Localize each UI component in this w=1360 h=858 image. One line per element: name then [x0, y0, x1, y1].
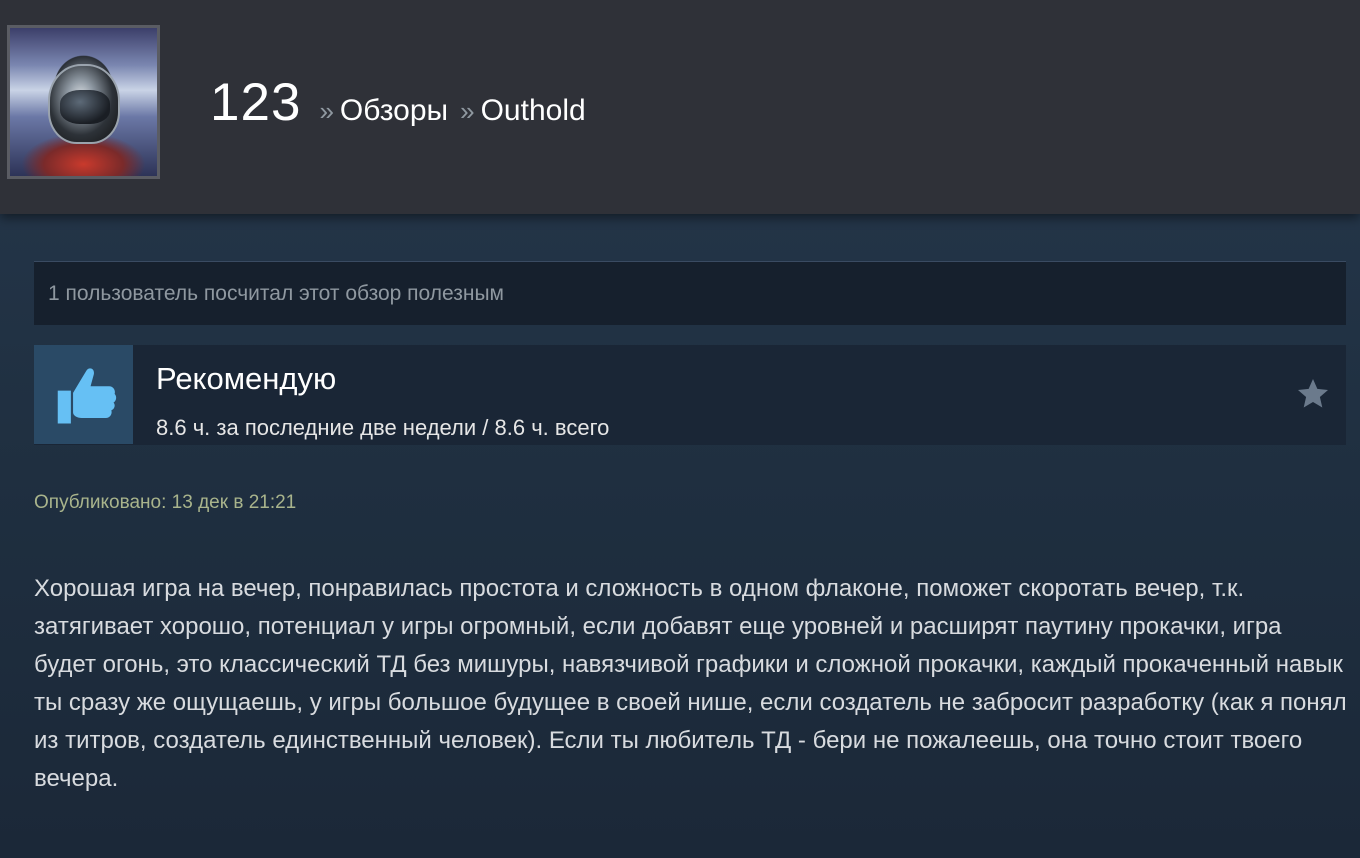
avatar[interactable] — [7, 25, 160, 179]
helpful-count: 1 пользователь посчитал этот обзор полез… — [34, 261, 1346, 325]
recommendation-box: Рекомендую 8.6 ч. за последние две недел… — [34, 345, 1346, 445]
verdict-title[interactable]: Рекомендую — [156, 361, 336, 397]
breadcrumb-separator: » — [460, 96, 475, 126]
breadcrumb-user-name[interactable]: 123 — [210, 72, 301, 133]
published-date: Опубликовано: 13 дек в 21:21 — [34, 492, 297, 513]
thumbs-up-icon — [34, 345, 133, 444]
playtime-hours: 8.6 ч. за последние две недели / 8.6 ч. … — [156, 415, 610, 440]
breadcrumb-separator: » — [319, 96, 334, 126]
review-body: Хорошая игра на вечер, понравилась прост… — [34, 575, 1347, 792]
avatar-image — [10, 28, 157, 176]
avatar-visor — [60, 90, 110, 124]
breadcrumb: 123 » Обзоры » Outhold — [210, 72, 586, 133]
breadcrumb-game-link[interactable]: Outhold — [481, 94, 586, 128]
profile-header: 123 » Обзоры » Outhold — [0, 0, 1360, 214]
breadcrumb-reviews-link[interactable]: Обзоры — [340, 94, 448, 128]
star-icon[interactable] — [1294, 375, 1332, 413]
